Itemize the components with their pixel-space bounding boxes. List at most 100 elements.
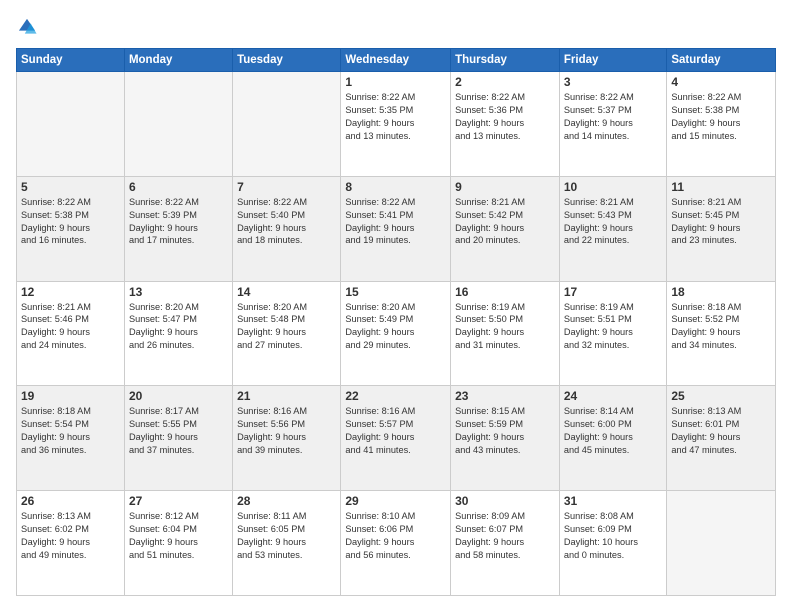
calendar-cell: 14 Sunrise: 8:20 AM Sunset: 5:48 PM Dayli… bbox=[233, 281, 341, 386]
day-number: 12 bbox=[21, 285, 120, 299]
calendar-cell: 3 Sunrise: 8:22 AM Sunset: 5:37 PM Daylig… bbox=[559, 72, 666, 177]
day-number: 29 bbox=[345, 494, 446, 508]
calendar-week-row: 5Sunrise: 8:22 AM Sunset: 5:38 PM Daylig… bbox=[17, 176, 776, 281]
calendar-cell: 11 Sunrise: 8:21 AM Sunset: 5:45 PM Dayli… bbox=[667, 176, 776, 281]
header-sunday: Sunday bbox=[17, 49, 125, 72]
day-info: Sunrise: 8:13 AM Sunset: 6:02 PM Dayligh… bbox=[21, 510, 120, 562]
day-number: 15 bbox=[345, 285, 446, 299]
day-number: 31 bbox=[564, 494, 662, 508]
calendar-cell: 17 Sunrise: 8:19 AM Sunset: 5:51 PM Dayli… bbox=[559, 281, 666, 386]
calendar-cell: 31Sunrise: 8:08 AM Sunset: 6:09 PM Dayli… bbox=[559, 491, 666, 596]
calendar-cell: 22 Sunrise: 8:16 AM Sunset: 5:57 PM Dayli… bbox=[341, 386, 451, 491]
day-number: 21 bbox=[237, 389, 336, 403]
day-info: Sunrise: 8:18 AM Sunset: 5:52 PM Dayligh… bbox=[671, 301, 771, 353]
calendar-cell: 2Sunrise: 8:22 AM Sunset: 5:36 PM Daylig… bbox=[451, 72, 560, 177]
calendar-table: Sunday Monday Tuesday Wednesday Thursday… bbox=[16, 48, 776, 596]
calendar-cell: 9 Sunrise: 8:21 AM Sunset: 5:42 PM Daylig… bbox=[451, 176, 560, 281]
day-info: Sunrise: 8:09 AM Sunset: 6:07 PM Dayligh… bbox=[455, 510, 555, 562]
day-info: Sunrise: 8:22 AM Sunset: 5:40 PM Dayligh… bbox=[237, 196, 336, 248]
day-number: 9 bbox=[455, 180, 555, 194]
day-number: 27 bbox=[129, 494, 228, 508]
day-number: 30 bbox=[455, 494, 555, 508]
day-number: 3 bbox=[564, 75, 662, 89]
calendar-cell: 21 Sunrise: 8:16 AM Sunset: 5:56 PM Dayli… bbox=[233, 386, 341, 491]
calendar-cell: 10Sunrise: 8:21 AM Sunset: 5:43 PM Dayli… bbox=[559, 176, 666, 281]
day-number: 8 bbox=[345, 180, 446, 194]
calendar-cell: 25 Sunrise: 8:13 AM Sunset: 6:01 PM Dayli… bbox=[667, 386, 776, 491]
day-info: Sunrise: 8:20 AM Sunset: 5:47 PM Dayligh… bbox=[129, 301, 228, 353]
day-number: 26 bbox=[21, 494, 120, 508]
calendar-cell: 16 Sunrise: 8:19 AM Sunset: 5:50 PM Dayli… bbox=[451, 281, 560, 386]
day-info: Sunrise: 8:11 AM Sunset: 6:05 PM Dayligh… bbox=[237, 510, 336, 562]
calendar-week-row: 1 Sunrise: 8:22 AM Sunset: 5:35 PM Daylig… bbox=[17, 72, 776, 177]
calendar-cell: 28 Sunrise: 8:11 AM Sunset: 6:05 PM Dayli… bbox=[233, 491, 341, 596]
day-number: 22 bbox=[345, 389, 446, 403]
day-number: 1 bbox=[345, 75, 446, 89]
day-number: 13 bbox=[129, 285, 228, 299]
calendar-page: Sunday Monday Tuesday Wednesday Thursday… bbox=[0, 0, 792, 612]
day-number: 25 bbox=[671, 389, 771, 403]
day-info: Sunrise: 8:16 AM Sunset: 5:56 PM Dayligh… bbox=[237, 405, 336, 457]
calendar-cell: 12 Sunrise: 8:21 AM Sunset: 5:46 PM Dayli… bbox=[17, 281, 125, 386]
calendar-cell: 6 Sunrise: 8:22 AM Sunset: 5:39 PM Daylig… bbox=[124, 176, 232, 281]
day-number: 14 bbox=[237, 285, 336, 299]
day-info: Sunrise: 8:20 AM Sunset: 5:48 PM Dayligh… bbox=[237, 301, 336, 353]
calendar-cell: 4 Sunrise: 8:22 AM Sunset: 5:38 PM Daylig… bbox=[667, 72, 776, 177]
day-number: 11 bbox=[671, 180, 771, 194]
header-saturday: Saturday bbox=[667, 49, 776, 72]
day-info: Sunrise: 8:12 AM Sunset: 6:04 PM Dayligh… bbox=[129, 510, 228, 562]
day-number: 4 bbox=[671, 75, 771, 89]
day-info: Sunrise: 8:17 AM Sunset: 5:55 PM Dayligh… bbox=[129, 405, 228, 457]
day-info: Sunrise: 8:19 AM Sunset: 5:50 PM Dayligh… bbox=[455, 301, 555, 353]
calendar-cell: 18 Sunrise: 8:18 AM Sunset: 5:52 PM Dayli… bbox=[667, 281, 776, 386]
day-info: Sunrise: 8:22 AM Sunset: 5:41 PM Dayligh… bbox=[345, 196, 446, 248]
calendar-week-row: 12 Sunrise: 8:21 AM Sunset: 5:46 PM Dayli… bbox=[17, 281, 776, 386]
day-info: Sunrise: 8:18 AM Sunset: 5:54 PM Dayligh… bbox=[21, 405, 120, 457]
day-info: Sunrise: 8:15 AM Sunset: 5:59 PM Dayligh… bbox=[455, 405, 555, 457]
calendar-cell bbox=[124, 72, 232, 177]
day-info: Sunrise: 8:19 AM Sunset: 5:51 PM Dayligh… bbox=[564, 301, 662, 353]
day-number: 23 bbox=[455, 389, 555, 403]
calendar-cell bbox=[17, 72, 125, 177]
day-info: Sunrise: 8:21 AM Sunset: 5:46 PM Dayligh… bbox=[21, 301, 120, 353]
header-tuesday: Tuesday bbox=[233, 49, 341, 72]
day-number: 18 bbox=[671, 285, 771, 299]
header-friday: Friday bbox=[559, 49, 666, 72]
calendar-cell: 1 Sunrise: 8:22 AM Sunset: 5:35 PM Daylig… bbox=[341, 72, 451, 177]
calendar-cell: 15 Sunrise: 8:20 AM Sunset: 5:49 PM Dayli… bbox=[341, 281, 451, 386]
day-info: Sunrise: 8:20 AM Sunset: 5:49 PM Dayligh… bbox=[345, 301, 446, 353]
day-info: Sunrise: 8:22 AM Sunset: 5:35 PM Dayligh… bbox=[345, 91, 446, 143]
day-number: 17 bbox=[564, 285, 662, 299]
day-info: Sunrise: 8:13 AM Sunset: 6:01 PM Dayligh… bbox=[671, 405, 771, 457]
calendar-week-row: 19Sunrise: 8:18 AM Sunset: 5:54 PM Dayli… bbox=[17, 386, 776, 491]
calendar-cell: 19Sunrise: 8:18 AM Sunset: 5:54 PM Dayli… bbox=[17, 386, 125, 491]
day-info: Sunrise: 8:21 AM Sunset: 5:45 PM Dayligh… bbox=[671, 196, 771, 248]
day-info: Sunrise: 8:16 AM Sunset: 5:57 PM Dayligh… bbox=[345, 405, 446, 457]
day-number: 16 bbox=[455, 285, 555, 299]
day-number: 20 bbox=[129, 389, 228, 403]
logo bbox=[16, 16, 42, 38]
day-info: Sunrise: 8:14 AM Sunset: 6:00 PM Dayligh… bbox=[564, 405, 662, 457]
day-info: Sunrise: 8:22 AM Sunset: 5:37 PM Dayligh… bbox=[564, 91, 662, 143]
calendar-cell: 20 Sunrise: 8:17 AM Sunset: 5:55 PM Dayli… bbox=[124, 386, 232, 491]
day-number: 6 bbox=[129, 180, 228, 194]
calendar-week-row: 26 Sunrise: 8:13 AM Sunset: 6:02 PM Dayli… bbox=[17, 491, 776, 596]
day-number: 10 bbox=[564, 180, 662, 194]
day-info: Sunrise: 8:10 AM Sunset: 6:06 PM Dayligh… bbox=[345, 510, 446, 562]
header bbox=[16, 16, 776, 38]
calendar-cell bbox=[233, 72, 341, 177]
calendar-cell: 29 Sunrise: 8:10 AM Sunset: 6:06 PM Dayli… bbox=[341, 491, 451, 596]
header-monday: Monday bbox=[124, 49, 232, 72]
calendar-cell: 8 Sunrise: 8:22 AM Sunset: 5:41 PM Daylig… bbox=[341, 176, 451, 281]
day-info: Sunrise: 8:22 AM Sunset: 5:38 PM Dayligh… bbox=[671, 91, 771, 143]
day-info: Sunrise: 8:21 AM Sunset: 5:42 PM Dayligh… bbox=[455, 196, 555, 248]
calendar-cell: 5Sunrise: 8:22 AM Sunset: 5:38 PM Daylig… bbox=[17, 176, 125, 281]
day-number: 28 bbox=[237, 494, 336, 508]
day-number: 24 bbox=[564, 389, 662, 403]
calendar-cell: 24 Sunrise: 8:14 AM Sunset: 6:00 PM Dayli… bbox=[559, 386, 666, 491]
calendar-cell: 13 Sunrise: 8:20 AM Sunset: 5:47 PM Dayli… bbox=[124, 281, 232, 386]
day-info: Sunrise: 8:22 AM Sunset: 5:38 PM Dayligh… bbox=[21, 196, 120, 248]
day-number: 7 bbox=[237, 180, 336, 194]
calendar-cell bbox=[667, 491, 776, 596]
day-info: Sunrise: 8:22 AM Sunset: 5:39 PM Dayligh… bbox=[129, 196, 228, 248]
